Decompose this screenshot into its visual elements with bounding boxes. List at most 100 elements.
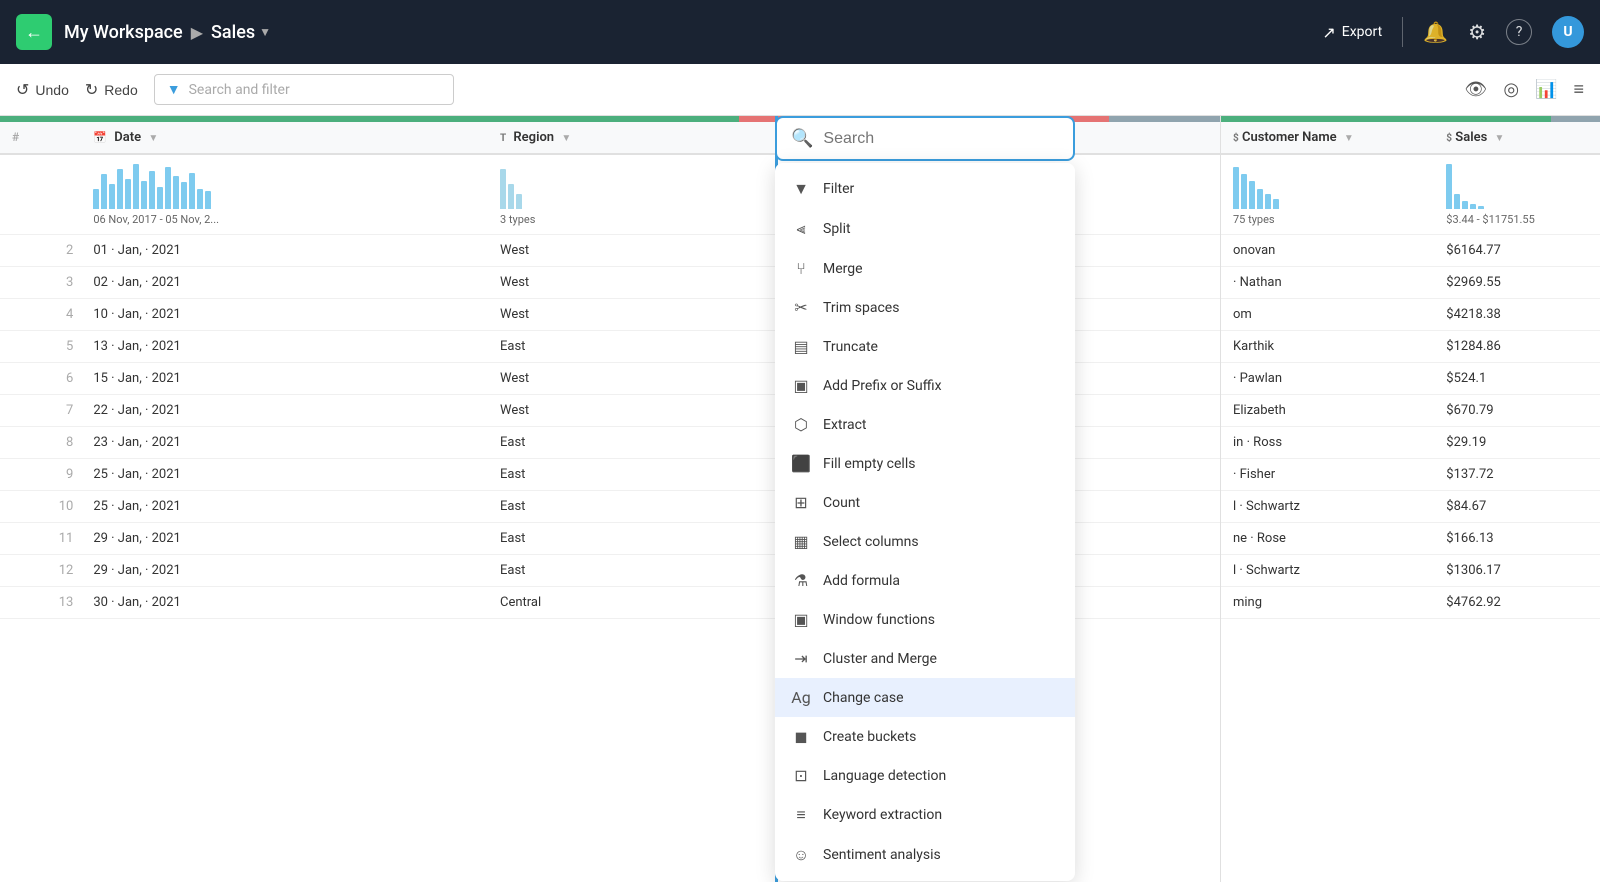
menu-item-extract[interactable]: ⬡ Extract — [775, 405, 1075, 444]
col-header-sales[interactable]: $ Sales ▼ — [1434, 122, 1600, 154]
menu-item-cluster[interactable]: ⇥ Cluster and Merge — [775, 639, 1075, 678]
row-number: 11 — [0, 523, 81, 555]
row-number: 5 — [0, 331, 81, 363]
back-button[interactable]: ← — [16, 14, 52, 50]
menu-item-merge[interactable]: ⑂ Merge — [775, 249, 1075, 288]
col-header-customer[interactable]: $ Customer Name ▼ — [1221, 122, 1434, 154]
right-table: $ Customer Name ▼ $ Sales ▼ — [1220, 116, 1600, 882]
cell-region: West — [488, 235, 773, 267]
col-header-date[interactable]: 📅 Date ▼ — [81, 122, 488, 154]
cell-region: West — [488, 395, 773, 427]
row-number: 13 — [0, 587, 81, 619]
menu-item-sentiment[interactable]: ☺ Sentiment analysis — [775, 835, 1075, 875]
redo-icon: ↻ — [85, 80, 98, 100]
eye-icon[interactable]: 👁 — [1464, 79, 1487, 100]
menu-item-filter[interactable]: ▼ Filter — [775, 169, 1075, 209]
cell-sales: $166.13 — [1434, 523, 1600, 555]
search-icon: 🔍 — [791, 128, 813, 149]
menu-item-keyword[interactable]: ≡ Keyword extraction — [775, 795, 1075, 835]
help-icon[interactable]: ? — [1506, 19, 1532, 45]
cell-sales: $4762.92 — [1434, 587, 1600, 619]
window-icon: ▣ — [791, 610, 811, 629]
dollar-icon: $ — [1446, 133, 1452, 144]
text-icon-region: T — [500, 133, 506, 144]
filter-icon: ▼ — [791, 179, 811, 199]
list-icon[interactable]: ≡ — [1573, 79, 1584, 100]
row-number: 7 — [0, 395, 81, 427]
right-table-row: ming $4762.92 — [1221, 587, 1600, 619]
right-table-row: onovan $6164.77 — [1221, 235, 1600, 267]
truncate-label: Truncate — [823, 339, 878, 355]
menu-item-count[interactable]: ⊞ Count — [775, 483, 1075, 522]
cell-customer: in · Ross — [1221, 427, 1434, 459]
fill-label: Fill empty cells — [823, 456, 915, 472]
right-data-table: $ Customer Name ▼ $ Sales ▼ — [1221, 122, 1600, 619]
menu-item-fill[interactable]: ⬛ Fill empty cells — [775, 444, 1075, 483]
cell-sales: $1284.86 — [1434, 331, 1600, 363]
cell-sales: $1306.17 — [1434, 555, 1600, 587]
cell-customer: onovan — [1221, 235, 1434, 267]
menu-item-buckets[interactable]: ◼ Create buckets — [775, 717, 1075, 756]
cell-region: West — [488, 299, 773, 331]
search-filter-bar[interactable]: ▼ Search and filter — [154, 74, 454, 105]
count-label: Count — [823, 495, 860, 511]
menu-item-formula[interactable]: ⚗ Add formula — [775, 561, 1075, 600]
cell-customer: ne · Rose — [1221, 523, 1434, 555]
menu-panel: ▼ Filter ⫷ Split ⑂ Merge ✂ Trim spaces ▤… — [775, 163, 1075, 881]
export-button[interactable]: ↗ Export — [1322, 23, 1382, 42]
cell-date: 23 · Jan, · 2021 — [81, 427, 488, 459]
col-header-region[interactable]: T Region ▼ — [488, 122, 773, 154]
sentiment-icon: ☺ — [791, 845, 811, 865]
search-dropdown: 🔍 ▼ Filter ⫷ Split ⑂ Merge ✂ Trim spaces… — [775, 116, 1075, 881]
cell-sales: $2969.55 — [1434, 267, 1600, 299]
right-table-row: Karthik $1284.86 — [1221, 331, 1600, 363]
cell-customer: · Fisher — [1221, 459, 1434, 491]
cell-region: East — [488, 459, 773, 491]
menu-item-select_cols[interactable]: ▦ Select columns — [775, 522, 1075, 561]
menu-item-window[interactable]: ▣ Window functions — [775, 600, 1075, 639]
cell-date: 01 · Jan, · 2021 — [81, 235, 488, 267]
menu-item-change_case[interactable]: Ag Change case — [775, 678, 1075, 717]
target-icon[interactable]: ◎ — [1503, 79, 1519, 100]
bell-icon[interactable]: 🔔 — [1423, 20, 1448, 44]
cell-date: 10 · Jan, · 2021 — [81, 299, 488, 331]
change_case-icon: Ag — [791, 688, 811, 707]
undo-icon: ↺ — [16, 80, 29, 100]
count-icon: ⊞ — [791, 493, 811, 512]
chart-icon[interactable]: 📊 — [1535, 79, 1557, 100]
language-icon: ⊡ — [791, 766, 811, 785]
prefix-icon: ▣ — [791, 376, 811, 395]
cell-date: 25 · Jan, · 2021 — [81, 491, 488, 523]
change_case-label: Change case — [823, 690, 904, 706]
undo-button[interactable]: ↺ Undo — [16, 80, 69, 100]
cell-date: 02 · Jan, · 2021 — [81, 267, 488, 299]
date-preview: 06 Nov, 2017 - 05 Nov, 2... — [81, 154, 488, 235]
menu-item-language[interactable]: ⊡ Language detection — [775, 756, 1075, 795]
cell-customer: Karthik — [1221, 331, 1434, 363]
menu-item-trim[interactable]: ✂ Trim spaces — [775, 288, 1075, 327]
cell-sales: $6164.77 — [1434, 235, 1600, 267]
truncate-icon: ▤ — [791, 337, 811, 356]
search-box[interactable]: 🔍 — [775, 116, 1075, 161]
current-page[interactable]: Sales ▼ — [211, 22, 271, 43]
right-table-row: l · Schwartz $1306.17 — [1221, 555, 1600, 587]
text-icon-customer: $ — [1233, 133, 1239, 144]
cell-region: East — [488, 555, 773, 587]
row-number: 2 — [0, 235, 81, 267]
avatar[interactable]: U — [1552, 16, 1584, 48]
menu-item-split[interactable]: ⫷ Split — [775, 209, 1075, 249]
right-table-row: · Nathan $2969.55 — [1221, 267, 1600, 299]
workspace-label[interactable]: My Workspace — [64, 22, 183, 43]
gear-icon[interactable]: ⚙ — [1468, 20, 1486, 44]
menu-item-truncate[interactable]: ▤ Truncate — [775, 327, 1075, 366]
redo-button[interactable]: ↻ Redo — [85, 80, 138, 100]
menu-item-prefix[interactable]: ▣ Add Prefix or Suffix — [775, 366, 1075, 405]
cell-sales: $137.72 — [1434, 459, 1600, 491]
keyword-label: Keyword extraction — [823, 807, 942, 823]
search-input[interactable] — [823, 130, 1059, 148]
row-number: 3 — [0, 267, 81, 299]
row-number: 9 — [0, 459, 81, 491]
cell-sales: $524.1 — [1434, 363, 1600, 395]
cell-date: 15 · Jan, · 2021 — [81, 363, 488, 395]
sort-icon-date: ▼ — [148, 133, 158, 144]
